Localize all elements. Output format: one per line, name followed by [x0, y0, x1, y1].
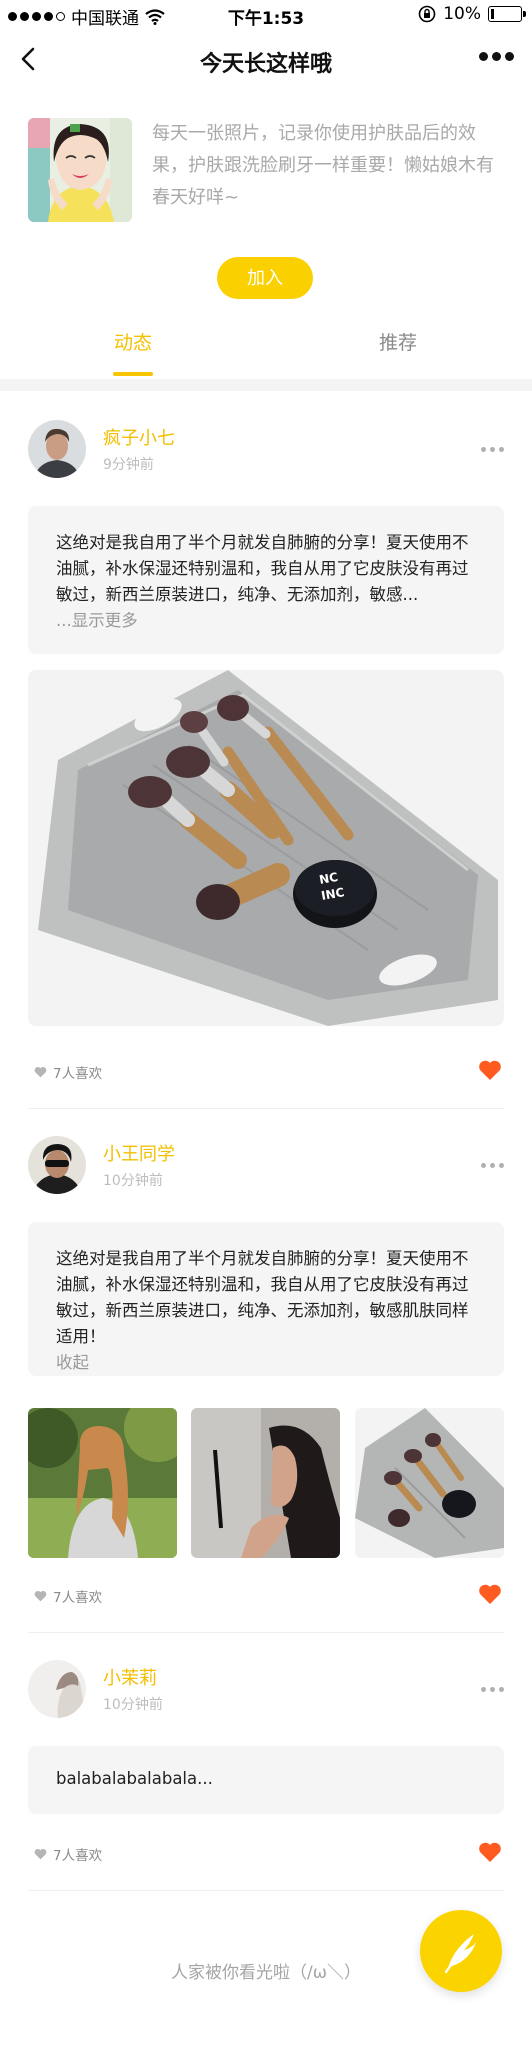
post-image-thumb[interactable]	[191, 1408, 340, 1558]
username[interactable]: 小茉莉	[103, 1664, 157, 1690]
topic-description: 每天一张照片，记录你使用护肤品后的效果，护肤跟洗脸刷牙一样重要！懒姑娘木有春天好…	[152, 123, 494, 208]
post-text-box: 这绝对是我自用了半个月就发自肺腑的分享！夏天使用不油腻，补水保湿还特别温和，我自…	[28, 1222, 504, 1376]
active-tab-indicator	[113, 372, 153, 376]
post-more-icon[interactable]	[481, 447, 504, 452]
section-divider	[0, 379, 532, 391]
status-bar: 中国联通 下午1:53 10%	[0, 0, 532, 30]
lock-rotation-icon	[418, 5, 436, 23]
heart-small-icon	[34, 1848, 47, 1860]
tab-bar: 动态 推荐	[0, 322, 532, 378]
like-count-row: 7人喜欢	[34, 1062, 102, 1082]
post-time: 9分钟前	[103, 457, 154, 473]
post-text: 这绝对是我自用了半个月就发自肺腑的分享！夏天使用不油腻，补水保湿还特别温和，我自…	[56, 533, 469, 604]
like-count-row: 7人喜欢	[34, 1586, 102, 1606]
tab-feed[interactable]: 动态	[73, 322, 193, 378]
username[interactable]: 小王同学	[103, 1140, 175, 1166]
like-count: 7人喜欢	[53, 1066, 103, 1082]
heart-icon[interactable]	[478, 1583, 502, 1605]
topic-cover-image	[28, 118, 132, 222]
like-count-row: 7人喜欢	[34, 1844, 102, 1864]
avatar[interactable]	[28, 1136, 86, 1194]
post-image[interactable]: NC INC	[28, 670, 504, 1026]
page-title: 今天长这样哦	[199, 52, 332, 77]
avatar[interactable]	[28, 1660, 86, 1718]
battery-percent: 10%	[443, 4, 481, 24]
heart-small-icon	[34, 1590, 47, 1602]
post-image-thumb[interactable]	[28, 1408, 177, 1558]
post-more-icon[interactable]	[481, 1687, 504, 1692]
post-divider	[28, 1108, 504, 1109]
battery-icon	[488, 6, 526, 22]
like-count: 7人喜欢	[53, 1590, 103, 1606]
post-divider	[28, 1890, 504, 1891]
post-image-thumb[interactable]	[355, 1408, 504, 1558]
feather-icon	[444, 1934, 476, 1974]
username[interactable]: 疯子小七	[103, 424, 175, 450]
post-text: 这绝对是我自用了半个月就发自肺腑的分享！夏天使用不油腻，补水保湿还特别温和，我自…	[56, 1249, 469, 1346]
status-right: 10%	[418, 4, 526, 24]
post-time: 10分钟前	[103, 1697, 163, 1713]
post-text-box: balabalabalabala...	[28, 1746, 504, 1814]
show-more-link[interactable]: ...显示更多	[56, 608, 476, 634]
heart-icon[interactable]	[478, 1841, 502, 1863]
post-text-box: 这绝对是我自用了半个月就发自肺腑的分享！夏天使用不油腻，补水保湿还特别温和，我自…	[28, 506, 504, 654]
heart-small-icon	[34, 1066, 47, 1078]
post-text: balabalabalabala...	[56, 1769, 213, 1788]
compose-button[interactable]	[420, 1910, 502, 1992]
heart-icon[interactable]	[478, 1059, 502, 1081]
collapse-link[interactable]: 收起	[56, 1350, 476, 1376]
join-button[interactable]: 加入	[217, 257, 313, 299]
tab-recommend[interactable]: 推荐	[338, 322, 458, 378]
avatar[interactable]	[28, 420, 86, 478]
like-count: 7人喜欢	[53, 1848, 103, 1864]
post-more-icon[interactable]	[481, 1163, 504, 1168]
post-divider	[28, 1632, 504, 1633]
more-icon[interactable]	[479, 52, 514, 61]
post-time: 10分钟前	[103, 1173, 163, 1189]
nav-bar: 今天长这样哦	[0, 30, 532, 90]
